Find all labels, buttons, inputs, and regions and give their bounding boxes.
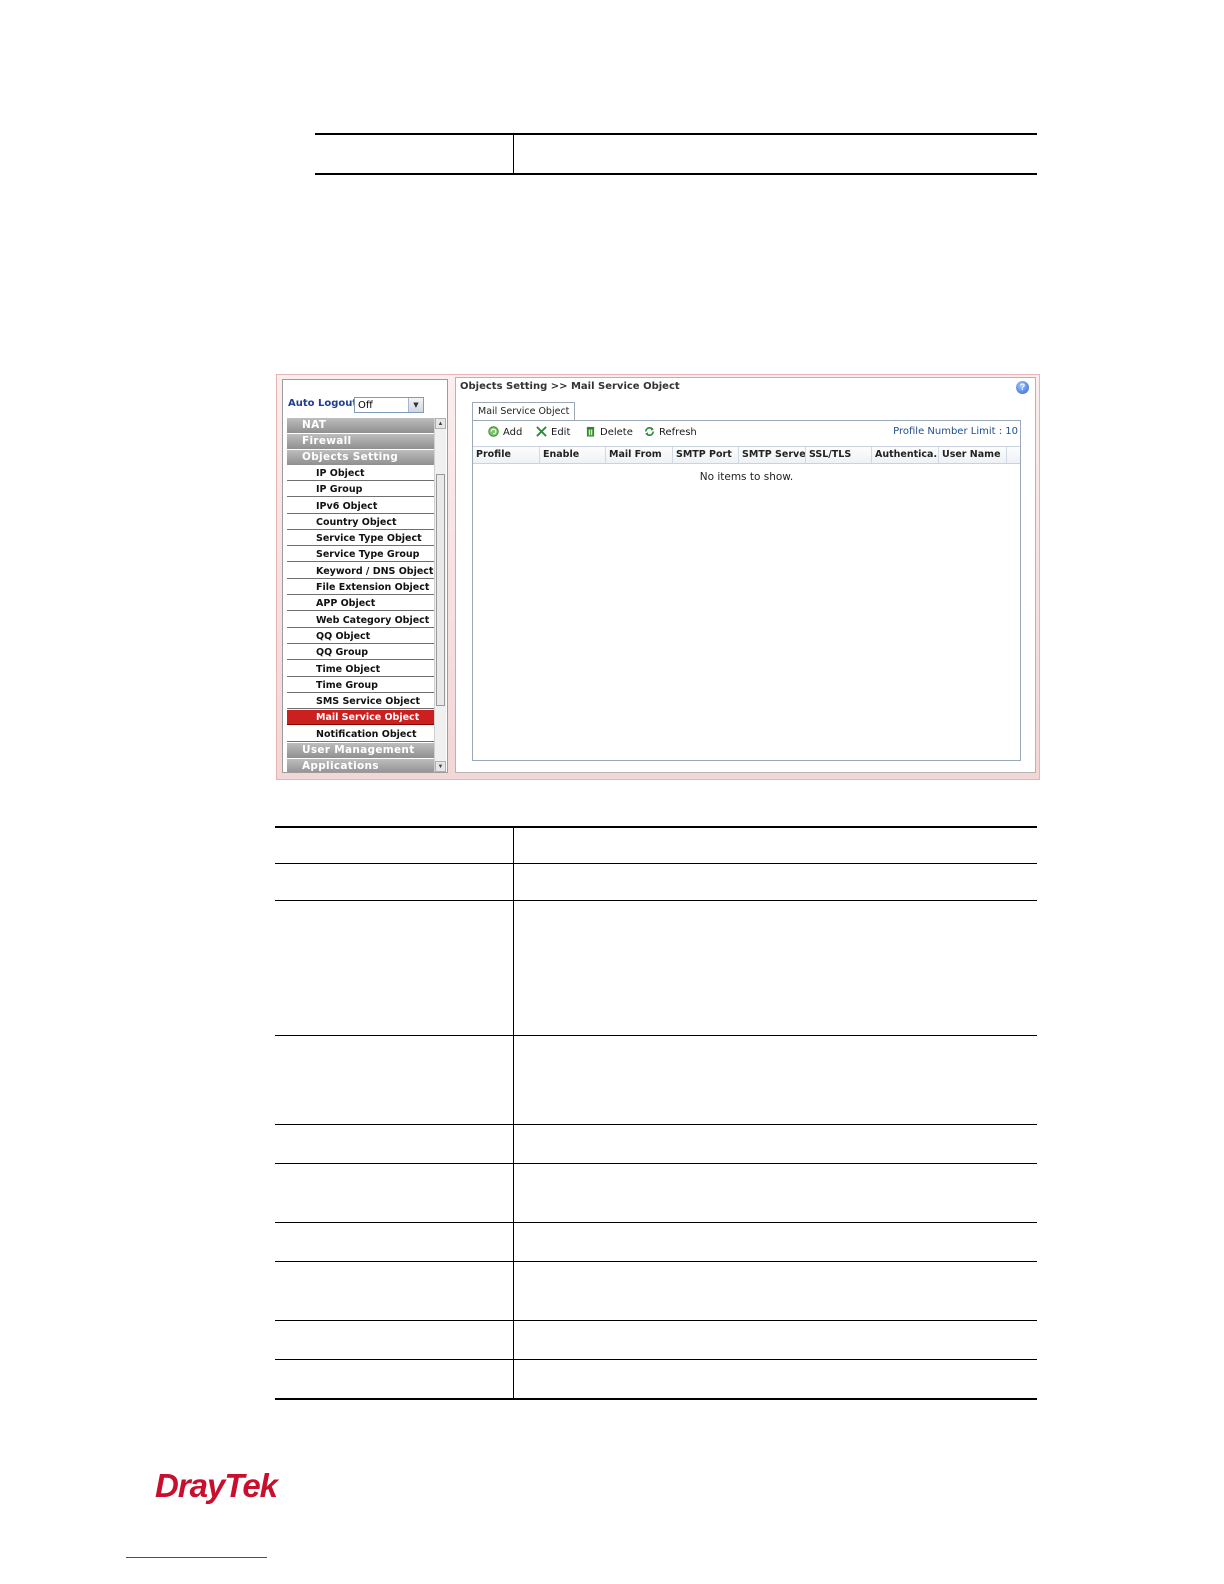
column-header-smtp-port[interactable]: SMTP Port	[673, 447, 739, 463]
table-divider	[513, 1262, 514, 1320]
empty-grid-message: No items to show.	[699, 471, 794, 483]
help-icon[interactable]: ?	[1016, 381, 1029, 394]
scrollbar-thumb[interactable]	[436, 474, 445, 706]
table-row	[275, 901, 1037, 1036]
table-divider	[513, 1360, 514, 1398]
auto-logout-select[interactable]: Off ▼	[354, 397, 424, 413]
menu-item-mail-service-object[interactable]: Mail Service Object	[287, 710, 435, 726]
table-divider	[513, 1223, 514, 1261]
column-header-mail-from[interactable]: Mail From	[606, 447, 673, 463]
refresh-label: Refresh	[659, 427, 697, 438]
auto-logout-value: Off	[358, 400, 373, 411]
tab-mail-service-object[interactable]: Mail Service Object	[472, 402, 576, 420]
chevron-down-icon[interactable]: ▼	[408, 398, 423, 412]
delete-button[interactable]: Delete	[585, 426, 633, 440]
table-row	[275, 864, 1037, 901]
table-row	[275, 1125, 1037, 1164]
table-divider	[513, 901, 514, 1035]
menu-item-ip-group[interactable]: IP Group	[287, 482, 435, 498]
main-panel: Objects Setting >> Mail Service Object ?…	[455, 377, 1036, 773]
table-divider	[513, 1125, 514, 1163]
table-row	[275, 1321, 1037, 1360]
menu-item-app-object[interactable]: APP Object	[287, 596, 435, 612]
table-row	[275, 1360, 1037, 1400]
menu-category-user-management[interactable]: User Management	[287, 743, 435, 759]
table-divider	[513, 1321, 514, 1359]
scroll-down-icon[interactable]: ▼	[435, 761, 446, 772]
menu-item-web-category-object[interactable]: Web Category Object	[287, 612, 435, 628]
menu-category-firewall[interactable]: Firewall	[287, 434, 435, 449]
column-header-authentication[interactable]: Authentica...	[872, 447, 939, 463]
refresh-button[interactable]: Refresh	[644, 426, 697, 440]
table-row	[275, 1036, 1037, 1125]
add-button[interactable]: Add	[488, 426, 522, 440]
table-divider	[513, 1164, 514, 1222]
trash-icon	[586, 426, 595, 437]
page-title: Objects Setting >> Mail Service Object	[460, 381, 680, 392]
menu-category-nat[interactable]: NAT	[287, 418, 435, 433]
grid-toolbar: Add Edit Delete Refresh Profile Number L…	[473, 421, 1020, 443]
table-row	[275, 1223, 1037, 1262]
menu-item-ipv6-object[interactable]: IPv6 Object	[287, 498, 435, 514]
footer-link-underline[interactable]	[126, 1557, 267, 1558]
edit-label: Edit	[551, 427, 571, 438]
table-row	[275, 1262, 1037, 1321]
menu-item-file-extension-object[interactable]: File Extension Object	[287, 580, 435, 596]
menu-item-keyword-dns-object[interactable]: Keyword / DNS Object	[287, 563, 435, 579]
table-divider	[513, 1036, 514, 1124]
menu-item-sms-service-object[interactable]: SMS Service Object	[287, 694, 435, 710]
add-label: Add	[503, 427, 523, 438]
menu-list: NAT Firewall Objects Setting IP Object I…	[287, 418, 435, 772]
menu-item-ip-object[interactable]: IP Object	[287, 466, 435, 481]
grid-header: Profile Enable Mail From SMTP Port SMTP …	[473, 446, 1020, 464]
menu-category-applications[interactable]: Applications	[287, 759, 435, 772]
column-header-ssl-tls[interactable]: SSL/TLS	[806, 447, 872, 463]
refresh-icon	[645, 426, 654, 437]
menu-item-service-type-object[interactable]: Service Type Object	[287, 531, 435, 547]
edit-icon	[536, 426, 547, 437]
sidebar-menu: Auto Logout : Off ▼ NAT Firewall Objects…	[282, 379, 448, 773]
add-icon	[488, 426, 499, 437]
menu-item-country-object[interactable]: Country Object	[287, 514, 435, 530]
column-header-smtp-server[interactable]: SMTP Server	[739, 447, 806, 463]
draytek-logo: DrayTek	[155, 1467, 278, 1504]
column-header-enable[interactable]: Enable	[540, 447, 606, 463]
top-table	[315, 133, 1037, 175]
menu-item-qq-object[interactable]: QQ Object	[287, 628, 435, 644]
menu-scrollbar[interactable]: ▲ ▼	[434, 418, 446, 772]
edit-button[interactable]: Edit	[536, 426, 570, 440]
table-divider	[513, 828, 514, 863]
table-divider	[513, 135, 514, 173]
menu-item-qq-group[interactable]: QQ Group	[287, 645, 435, 661]
profile-limit-text: Profile Number Limit : 10	[893, 426, 1018, 437]
menu-category-objects-setting[interactable]: Objects Setting	[287, 450, 435, 465]
table-row	[275, 828, 1037, 864]
menu-item-time-object[interactable]: Time Object	[287, 661, 435, 677]
column-header-profile[interactable]: Profile	[473, 447, 540, 463]
description-table	[275, 826, 1037, 1400]
profile-grid: Add Edit Delete Refresh Profile Number L…	[472, 420, 1021, 761]
scroll-up-icon[interactable]: ▲	[435, 418, 446, 429]
menu-item-time-group[interactable]: Time Group	[287, 677, 435, 693]
menu-item-notification-object[interactable]: Notification Object	[287, 726, 435, 742]
menu-item-service-type-group[interactable]: Service Type Group	[287, 547, 435, 563]
table-divider	[513, 864, 514, 900]
delete-label: Delete	[600, 427, 633, 438]
table-row	[275, 1164, 1037, 1223]
column-header-user-name[interactable]: User Name	[939, 447, 1007, 463]
